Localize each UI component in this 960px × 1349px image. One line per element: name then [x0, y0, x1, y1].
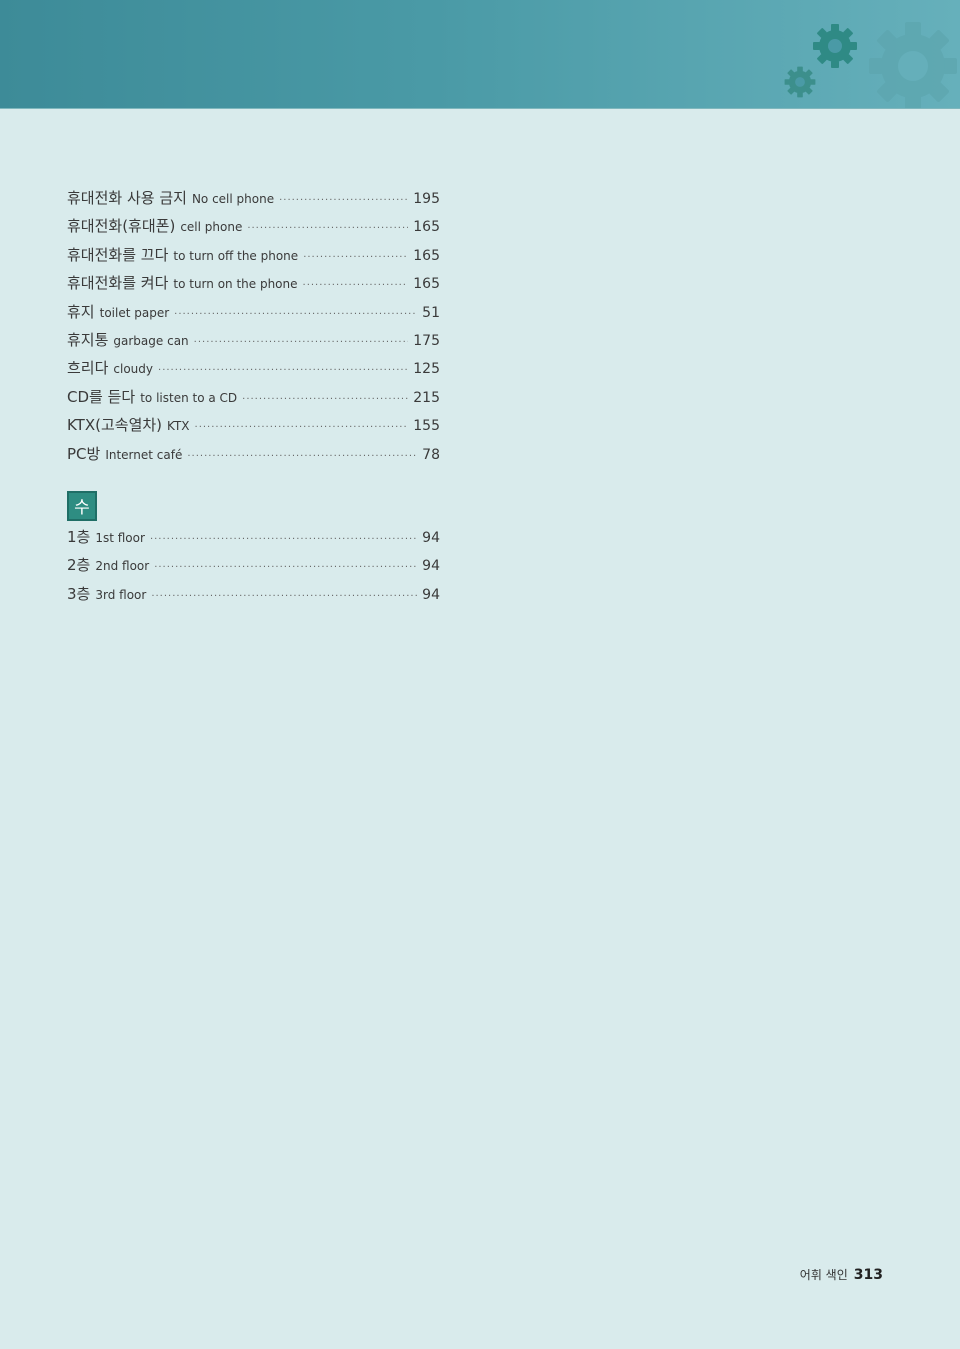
entry-korean: 휴지	[67, 302, 95, 321]
page-footer: 어휘 색인 313	[800, 1266, 883, 1283]
index-entry: KTX(고속열차) KTX 155	[67, 414, 440, 442]
leader-dots	[151, 591, 417, 602]
entry-korean: 휴지통	[67, 330, 109, 349]
vocabulary-index-list: 휴대전화 사용 금지 No cell phone 195 휴대전화(휴대폰) c…	[67, 187, 440, 611]
leader-dots	[194, 337, 409, 348]
leader-dots	[303, 252, 408, 263]
index-entry: 1층 1st floor 94	[67, 526, 440, 554]
entry-english: Internet café	[105, 447, 183, 462]
entry-english: to listen to a CD	[140, 390, 238, 405]
leader-dots	[174, 309, 417, 320]
entry-page: 215	[413, 389, 440, 406]
entry-english: 1st floor	[95, 530, 145, 545]
leader-dots	[150, 534, 417, 545]
entry-page: 125	[413, 361, 440, 378]
index-entry: 휴대전화 사용 금지 No cell phone 195	[67, 187, 440, 215]
entry-page: 165	[413, 219, 440, 236]
header-band	[0, 0, 960, 109]
entry-page: 175	[413, 332, 440, 349]
entry-korean: 휴대전화를 켜다	[67, 274, 169, 293]
leader-dots	[242, 394, 408, 405]
section-badge: 수	[67, 490, 97, 521]
leader-dots	[195, 422, 409, 433]
entry-english: KTX	[167, 419, 190, 434]
entry-english: 3rd floor	[95, 587, 147, 602]
entry-english: to turn off the phone	[173, 248, 299, 263]
entry-korean: CD를 듣다	[67, 387, 136, 406]
gears-icon	[784, 22, 957, 108]
leader-dots	[158, 365, 408, 376]
entry-korean: 흐리다	[67, 359, 109, 378]
entry-page: 78	[422, 446, 440, 463]
entry-korean: 2층	[67, 556, 91, 575]
entry-korean: PC방	[67, 444, 101, 463]
index-entry: 휴지통 garbage can 175	[67, 329, 440, 357]
index-entry: CD를 듣다 to listen to a CD 215	[67, 386, 440, 414]
entry-page: 51	[422, 304, 440, 321]
leader-dots	[279, 195, 408, 206]
entry-english: garbage can	[113, 333, 189, 348]
entry-page: 165	[413, 247, 440, 264]
entry-page: 94	[422, 529, 440, 546]
leader-dots	[247, 223, 408, 234]
entry-korean: 휴대전화(휴대폰)	[67, 217, 176, 236]
entry-english: to turn on the phone	[173, 277, 298, 292]
index-entry: 흐리다 cloudy 125	[67, 357, 440, 385]
footer-label: 어휘 색인	[799, 1268, 848, 1282]
entry-korean: 3층	[67, 584, 91, 603]
index-entry: 휴대전화를 끄다 to turn off the phone 165	[67, 244, 440, 272]
entry-korean: 1층	[67, 527, 91, 546]
index-entry: 휴지 toilet paper 51	[67, 301, 440, 329]
entry-korean: 휴대전화를 끄다	[67, 245, 169, 264]
entry-korean: 휴대전화 사용 금지	[67, 189, 187, 207]
leader-dots	[187, 451, 417, 462]
leader-dots	[303, 280, 409, 291]
page-number: 313	[853, 1267, 883, 1283]
leader-dots	[154, 562, 417, 573]
entry-page: 94	[422, 586, 440, 603]
index-entry: 3층 3rd floor 94	[67, 583, 440, 611]
entry-english: No cell phone	[191, 192, 275, 206]
entry-english: cell phone	[180, 220, 243, 235]
entry-page: 155	[413, 418, 440, 435]
index-entry: 휴대전화를 켜다 to turn on the phone 165	[67, 272, 440, 300]
entry-english: cloudy	[113, 362, 154, 377]
entry-page: 165	[413, 276, 440, 293]
index-entry: 2층 2nd floor 94	[67, 554, 440, 582]
entry-page: 195	[413, 191, 440, 207]
entry-english: 2nd floor	[95, 559, 150, 574]
entry-page: 94	[422, 558, 440, 575]
index-entry: PC방 Internet café 78	[67, 443, 440, 471]
entry-english: toilet paper	[99, 305, 170, 320]
index-entry: 휴대전화(휴대폰) cell phone 165	[67, 215, 440, 243]
entry-korean: KTX(고속열차)	[67, 416, 163, 435]
